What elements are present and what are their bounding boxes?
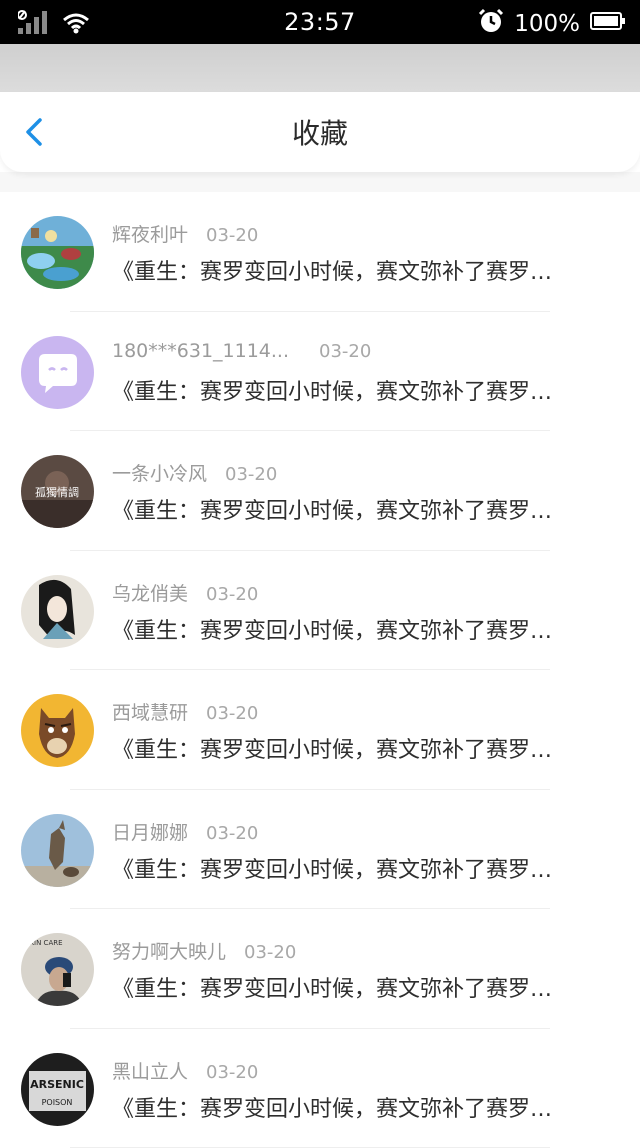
item-title[interactable]: 《重生：赛罗变回小时候，赛文弥补了赛罗… <box>112 971 602 1003</box>
list-item[interactable]: 日月娜娜 03-20 《重生：赛罗变回小时候，赛文弥补了赛罗… <box>0 790 640 910</box>
list-item[interactable]: 西域慧研 03-20 《重生：赛罗变回小时候，赛文弥补了赛罗… <box>0 670 640 790</box>
item-date: 03-20 <box>206 225 258 246</box>
avatar[interactable]: SKIN CARE <box>21 933 94 1006</box>
list-item[interactable]: 辉夜利叶 03-20 《重生：赛罗变回小时候，赛文弥补了赛罗… <box>0 192 640 312</box>
top-gray-band <box>0 44 640 92</box>
svg-text:SKIN CARE: SKIN CARE <box>25 939 63 947</box>
username[interactable]: 西域慧研 <box>112 698 188 725</box>
username[interactable]: 日月娜娜 <box>112 818 188 845</box>
item-date: 03-20 <box>225 464 277 485</box>
list-item[interactable]: 乌龙俏美 03-20 《重生：赛罗变回小时候，赛文弥补了赛罗… <box>0 551 640 671</box>
username[interactable]: 努力啊大映儿 <box>112 937 226 964</box>
battery-text: 100% <box>514 11 580 37</box>
item-title[interactable]: 《重生：赛罗变回小时候，赛文弥补了赛罗… <box>112 493 602 525</box>
avatar[interactable] <box>21 216 94 289</box>
item-title[interactable]: 《重生：赛罗变回小时候，赛文弥补了赛罗… <box>112 732 602 764</box>
username[interactable]: 辉夜利叶 <box>112 220 188 247</box>
alarm-icon <box>478 8 504 40</box>
item-title[interactable]: 《重生：赛罗变回小时候，赛文弥补了赛罗… <box>112 254 602 286</box>
avatar[interactable] <box>21 814 94 887</box>
status-bar: 23:57 100% <box>0 0 640 44</box>
item-title[interactable]: 《重生：赛罗变回小时候，赛文弥补了赛罗… <box>112 374 602 406</box>
status-right: 100% <box>478 8 626 40</box>
item-date: 03-20 <box>206 823 258 844</box>
username[interactable]: 180***631_1114... <box>112 340 289 362</box>
item-meta: 黑山立人 03-20 <box>112 1057 258 1084</box>
battery-icon <box>590 11 626 37</box>
item-meta: 180***631_1114... 03-20 <box>112 340 371 362</box>
avatar[interactable] <box>21 575 94 648</box>
list-item[interactable]: SKIN CARE 努力啊大映儿 03-20 《重生：赛罗变回小时候，赛文弥补了… <box>0 909 640 1029</box>
page-title: 收藏 <box>0 112 640 152</box>
item-meta: 努力啊大映儿 03-20 <box>112 937 296 964</box>
svg-text:POISON: POISON <box>42 1098 73 1107</box>
svg-text:ARSENIC: ARSENIC <box>30 1078 84 1091</box>
avatar[interactable] <box>21 336 94 409</box>
item-meta: 辉夜利叶 03-20 <box>112 220 258 247</box>
item-date: 03-20 <box>206 584 258 605</box>
username[interactable]: 黑山立人 <box>112 1057 188 1084</box>
nav-bar: 收藏 <box>0 92 640 172</box>
svg-text:孤獨情調: 孤獨情調 <box>35 485 79 499</box>
list-item[interactable]: 孤獨情調 一条小冷风 03-20 《重生：赛罗变回小时候，赛文弥补了赛罗… <box>0 431 640 551</box>
item-meta: 西域慧研 03-20 <box>112 698 258 725</box>
item-date: 03-20 <box>206 703 258 724</box>
item-meta: 乌龙俏美 03-20 <box>112 579 258 606</box>
avatar[interactable]: ARSENIC POISON <box>21 1053 94 1126</box>
username[interactable]: 乌龙俏美 <box>112 579 188 606</box>
list-item[interactable]: ARSENIC POISON 黑山立人 03-20 《重生：赛罗变回小时候，赛文… <box>0 1029 640 1148</box>
item-title[interactable]: 《重生：赛罗变回小时候，赛文弥补了赛罗… <box>112 613 602 645</box>
username[interactable]: 一条小冷风 <box>112 459 207 486</box>
list-item[interactable]: 180***631_1114... 03-20 《重生：赛罗变回小时候，赛文弥补… <box>0 312 640 432</box>
item-date: 03-20 <box>319 341 371 362</box>
item-meta: 日月娜娜 03-20 <box>112 818 258 845</box>
list-top-gap <box>0 172 640 192</box>
item-title[interactable]: 《重生：赛罗变回小时候，赛文弥补了赛罗… <box>112 852 602 884</box>
item-date: 03-20 <box>244 942 296 963</box>
avatar[interactable]: 孤獨情調 <box>21 455 94 528</box>
item-title[interactable]: 《重生：赛罗变回小时候，赛文弥补了赛罗… <box>112 1091 602 1123</box>
item-date: 03-20 <box>206 1062 258 1083</box>
avatar[interactable] <box>21 694 94 767</box>
favorites-list: 辉夜利叶 03-20 《重生：赛罗变回小时候，赛文弥补了赛罗… 180***63… <box>0 172 640 1138</box>
item-meta: 一条小冷风 03-20 <box>112 459 277 486</box>
